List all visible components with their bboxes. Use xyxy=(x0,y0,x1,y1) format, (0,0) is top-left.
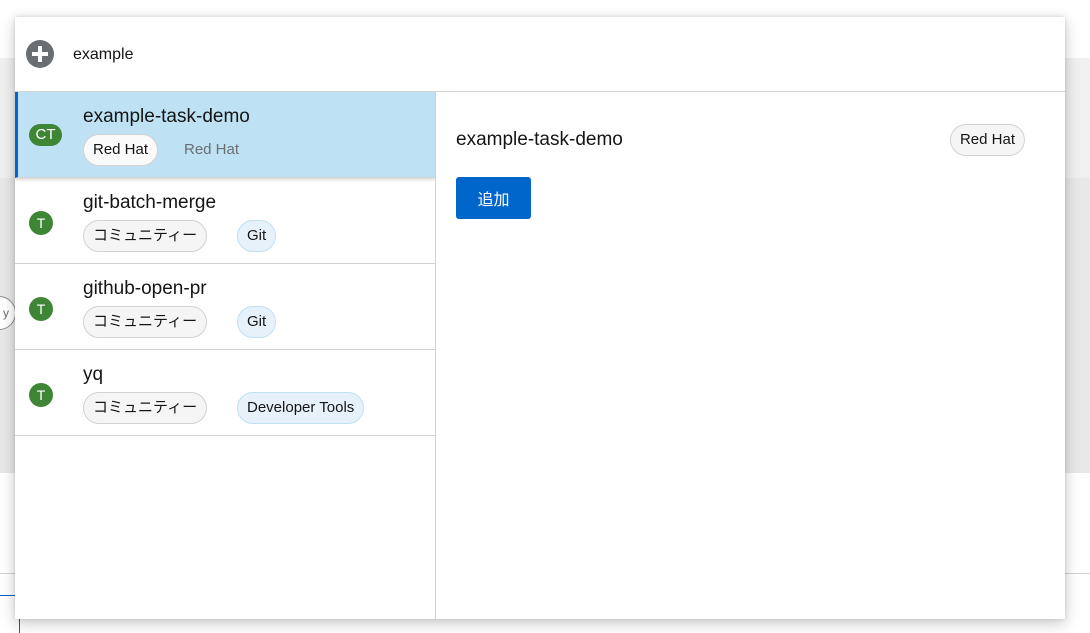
provider-chip: コミュニティー xyxy=(83,306,208,338)
details-pane: example-task-demo Red Hat 追加 xyxy=(436,92,1065,619)
item-title: github-open-pr xyxy=(83,278,207,299)
details-provider-chip: Red Hat xyxy=(949,124,1025,156)
list-item[interactable]: T yq コミュニティー Developer Tools xyxy=(15,350,435,436)
results-list: CT example-task-demo Red Hat Red Hat T g… xyxy=(15,92,436,619)
category-chip: Git xyxy=(237,220,277,252)
provider-chip: Red Hat xyxy=(83,134,159,166)
provider-chip: コミュニティー xyxy=(83,220,208,252)
list-item[interactable]: T git-batch-merge コミュニティー Git xyxy=(15,178,435,264)
details-title: example-task-demo xyxy=(456,129,623,150)
list-item[interactable]: CT example-task-demo Red Hat Red Hat xyxy=(15,92,435,178)
quick-search-modal: CT example-task-demo Red Hat Red Hat T g… xyxy=(15,17,1065,619)
item-title: example-task-demo xyxy=(83,106,250,127)
search-bar xyxy=(15,17,1065,92)
category-chip: Developer Tools xyxy=(237,392,365,424)
category-chip: Git xyxy=(237,306,277,338)
task-badge: T xyxy=(29,297,53,321)
item-title: yq xyxy=(83,364,104,385)
task-badge: T xyxy=(29,383,53,407)
list-item[interactable]: T github-open-pr コミュニティー Git xyxy=(15,264,435,350)
add-button[interactable]: 追加 xyxy=(456,177,531,219)
provider-chip: コミュニティー xyxy=(83,392,208,424)
plus-circle-icon xyxy=(26,40,54,68)
item-title: git-batch-merge xyxy=(83,192,217,213)
secondary-chip: Red Hat xyxy=(184,141,240,158)
cluster-task-badge: CT xyxy=(29,124,62,146)
task-badge: T xyxy=(29,211,53,235)
search-input[interactable] xyxy=(73,41,973,69)
